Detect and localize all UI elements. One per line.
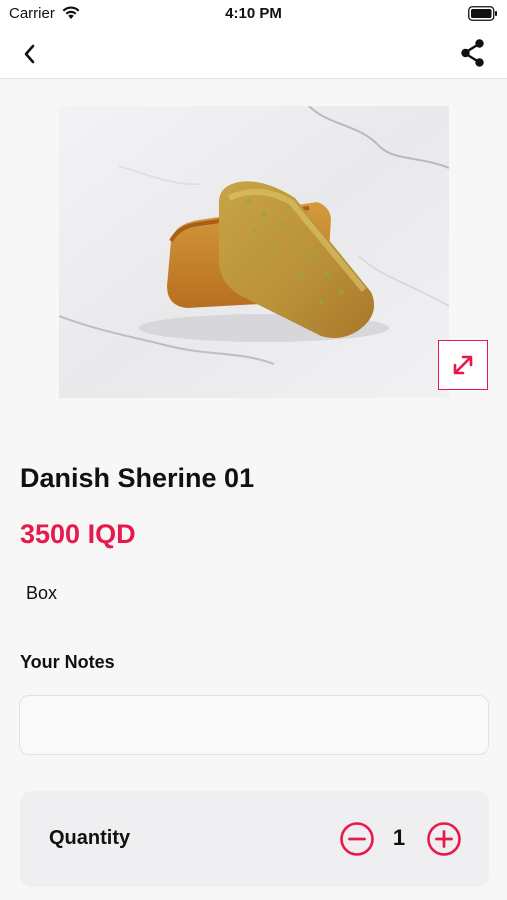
battery-icon: [468, 6, 497, 21]
pastry-photo: [59, 106, 449, 398]
product-image[interactable]: [59, 106, 449, 398]
clock: 4:10 PM: [225, 5, 282, 22]
expand-arrows-icon: [453, 355, 473, 375]
quantity-value: 1: [392, 825, 406, 850]
minus-circle-icon[interactable]: [339, 821, 375, 857]
plus-circle-icon[interactable]: [426, 821, 462, 857]
product-unit: Box: [26, 583, 58, 603]
quantity-label: Quantity: [49, 827, 131, 849]
product-name: Danish Sherine 01: [20, 463, 255, 493]
notes-input[interactable]: [19, 695, 489, 755]
status-bar: Carrier 4:10 PM: [0, 0, 507, 28]
back-button[interactable]: [16, 40, 44, 68]
quantity-card: Quantity 1: [20, 791, 489, 887]
share-button[interactable]: [459, 38, 487, 68]
expand-image-button[interactable]: [438, 340, 488, 390]
nav-bar: [0, 28, 507, 79]
notes-label: Your Notes: [20, 652, 115, 672]
product-price: 3500 IQD: [20, 519, 136, 549]
